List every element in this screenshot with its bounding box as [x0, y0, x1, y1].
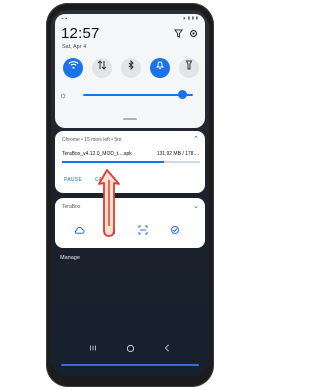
home-icon[interactable] [125, 344, 135, 354]
terabox-notification[interactable]: TeraBox ⌄ [55, 198, 205, 248]
scan-icon[interactable] [137, 225, 149, 237]
manage-notifications-link[interactable]: Manage [60, 255, 80, 261]
navigation-bar [51, 344, 209, 358]
clock: 12:57 [61, 25, 100, 42]
download-file-name: TeraBox_v4.12.0_MOD_t....apk [62, 151, 132, 157]
wifi-icon[interactable] [63, 58, 83, 78]
chevron-down-icon[interactable]: ⌄ [193, 202, 199, 210]
quick-toggle-row [55, 58, 205, 82]
chevron-up-icon[interactable]: ⌃ [193, 135, 199, 143]
phone-screen: ⌁ ▪ ⏵ ▮▮▮ 12:57 Sat, Apr 4 ☼ Chrome • 15… [51, 10, 209, 376]
gear-icon[interactable] [188, 29, 198, 39]
back-icon[interactable] [162, 344, 172, 354]
download-size: 131.92 MB / 178.... [156, 151, 199, 157]
brightness-knob[interactable] [178, 90, 187, 99]
bluetooth-icon[interactable] [121, 58, 141, 78]
sun-icon: ☼ [59, 90, 68, 100]
funnel-icon[interactable] [173, 29, 183, 39]
brightness-slider[interactable]: ☼ [59, 88, 201, 102]
quick-settings-panel: ⌁ ▪ ⏵ ▮▮▮ 12:57 Sat, Apr 4 ☼ [55, 14, 205, 128]
download-app-line: Chrome • 15 mins left • 5m [62, 137, 122, 143]
home-indicator-bar [61, 364, 199, 366]
brightness-track [83, 94, 193, 96]
drag-handle[interactable] [123, 118, 137, 120]
terabox-app-label: TeraBox [62, 204, 81, 210]
recents-icon[interactable] [88, 344, 98, 354]
date: Sat, Apr 4 [62, 44, 87, 50]
pause-button[interactable]: PAUSE [64, 177, 82, 183]
download-notification[interactable]: Chrome • 15 mins left • 5m ⌃ TeraBox_v4.… [55, 131, 205, 193]
red-arrow-annotation [98, 169, 120, 237]
mobile-data-icon[interactable] [92, 58, 112, 78]
cloud-upload-icon[interactable] [73, 225, 85, 237]
download-progress-fill [62, 161, 165, 163]
status-bar-left: ⌁ ▪ [61, 16, 68, 22]
status-bar-right: ⏵ ▮▮▮ [183, 16, 199, 22]
flashlight-icon[interactable] [179, 58, 199, 78]
cleaner-icon[interactable] [169, 225, 181, 237]
download-progress [62, 161, 200, 163]
bell-icon[interactable] [150, 58, 170, 78]
